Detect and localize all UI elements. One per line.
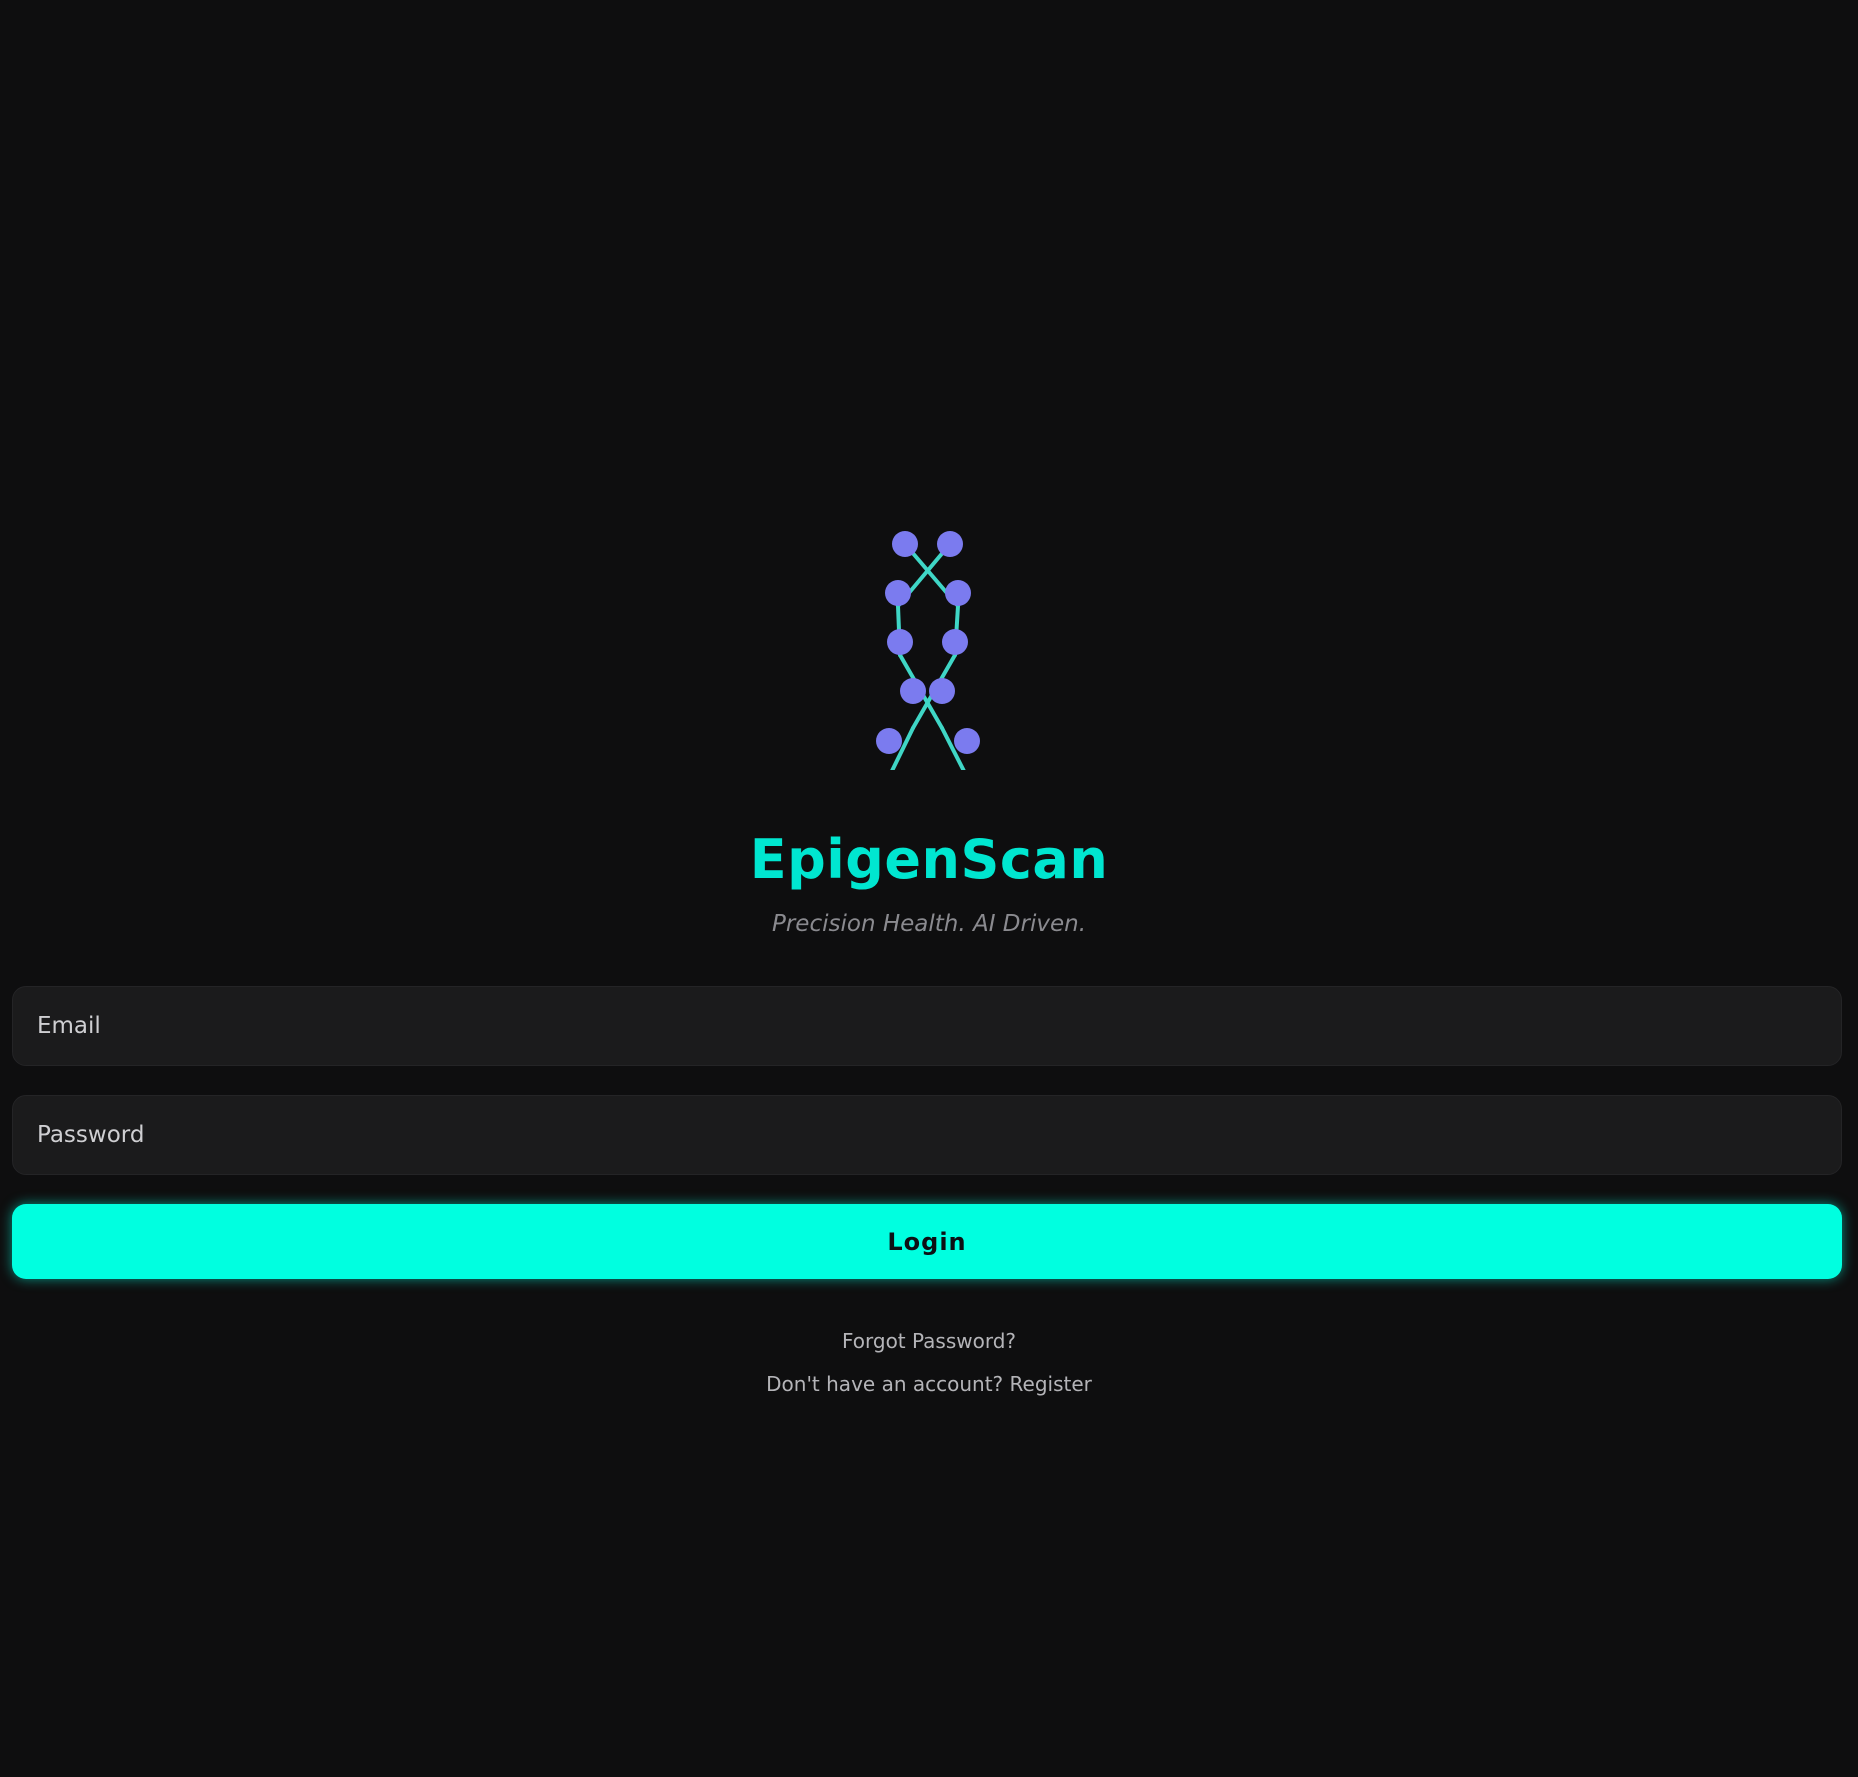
register-link[interactable]: Register [1010, 1372, 1092, 1396]
login-page: EpigenScan Precision Health. AI Driven. … [0, 0, 1858, 1777]
register-row: Don't have an account? Register [0, 1369, 1858, 1399]
dna-helix-icon [850, 510, 1006, 770]
app-tagline: Precision Health. AI Driven. [771, 911, 1087, 937]
forgot-password-row: Forgot Password? [0, 1326, 1858, 1356]
password-field[interactable] [12, 1095, 1842, 1175]
app-title: EpigenScan [749, 828, 1109, 891]
login-button[interactable]: Login [12, 1204, 1842, 1279]
register-prompt: Don't have an account? [766, 1372, 1004, 1396]
email-field[interactable] [12, 986, 1842, 1066]
forgot-password-link[interactable]: Forgot Password? [842, 1329, 1016, 1353]
